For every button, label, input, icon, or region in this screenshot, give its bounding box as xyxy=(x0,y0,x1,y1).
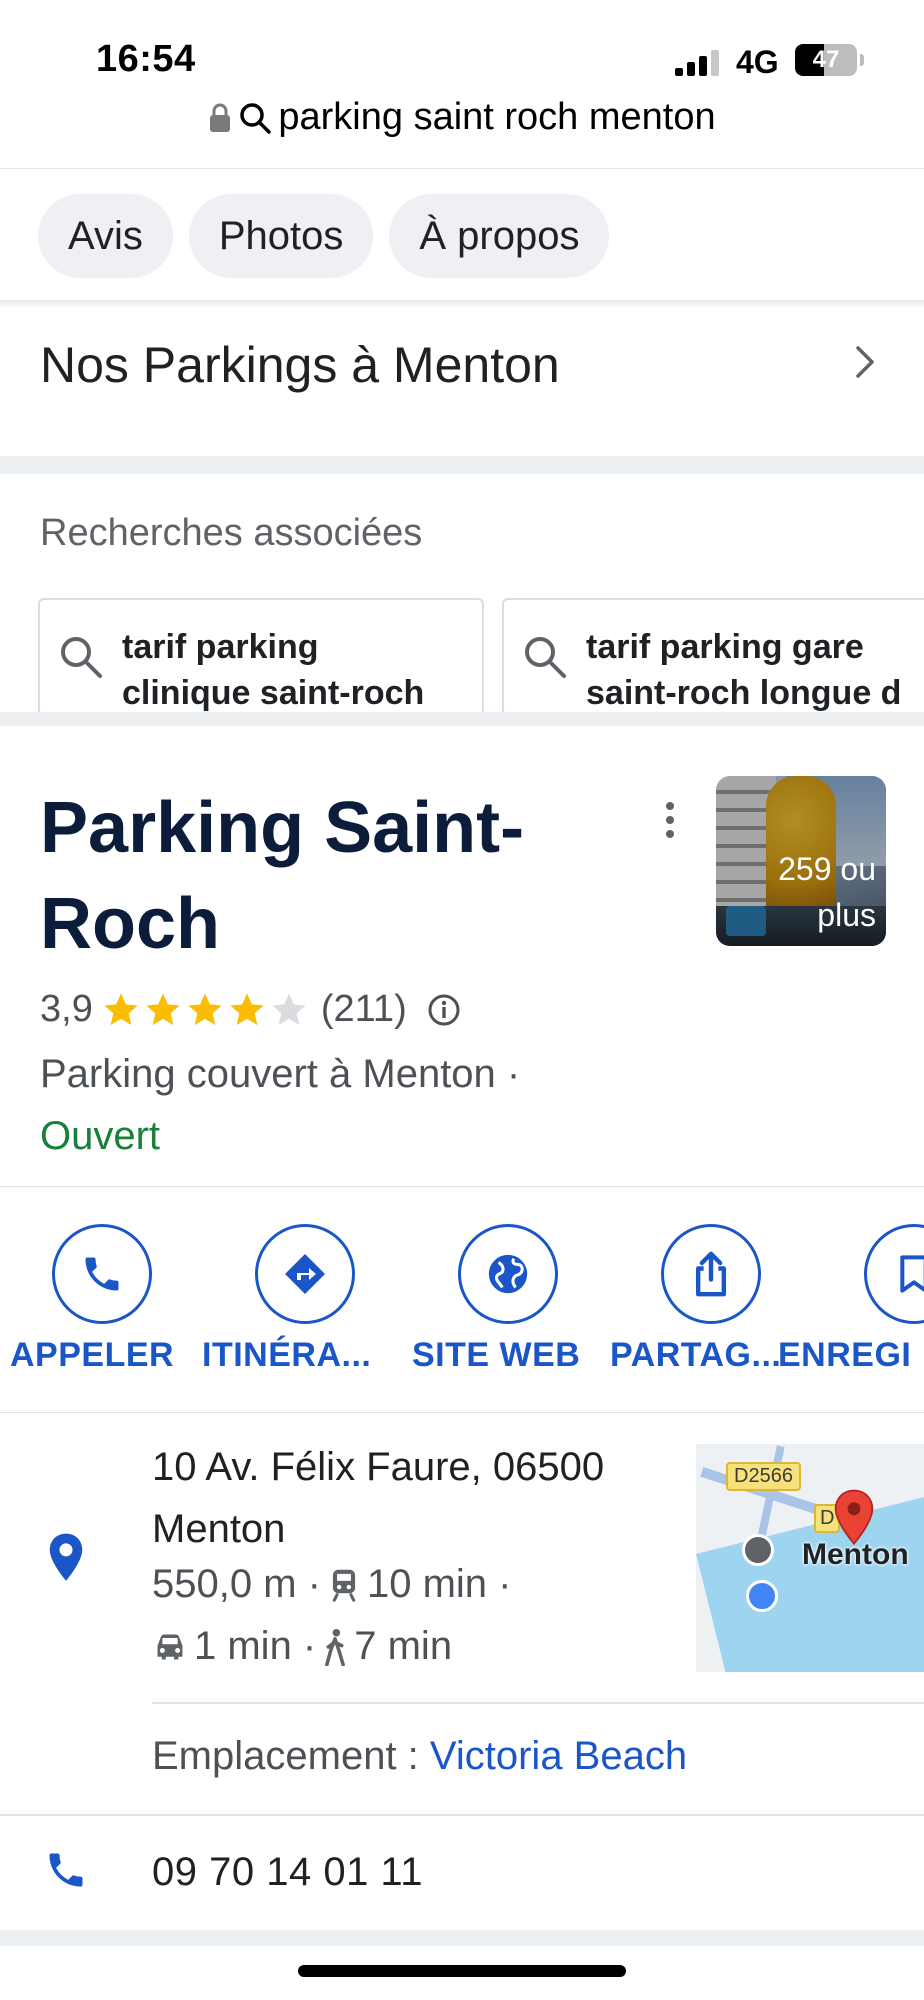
battery-icon: 47 xyxy=(795,44,857,76)
star-filled-icon xyxy=(104,992,138,1025)
search-icon xyxy=(61,637,102,678)
address-text[interactable]: 10 Av. Félix Faure, 06500 Menton xyxy=(152,1436,652,1560)
signal-icon xyxy=(675,50,723,76)
url-text: parking saint roch menton xyxy=(278,96,716,138)
drive-time: 1 min · xyxy=(194,1624,317,1668)
location-row: Emplacement : Victoria Beach xyxy=(152,1734,687,1779)
tab-about[interactable]: À propos xyxy=(389,194,610,278)
location-link[interactable]: Victoria Beach xyxy=(430,1734,687,1778)
header-shadow xyxy=(0,300,924,308)
save-button[interactable] xyxy=(864,1224,924,1324)
location-pin-icon xyxy=(49,1533,83,1581)
section-separator xyxy=(0,712,924,726)
star-empty-icon xyxy=(272,992,306,1025)
rating-value: 3,9 xyxy=(40,988,93,1030)
share-button[interactable] xyxy=(661,1224,761,1324)
star-filled-icon xyxy=(146,992,180,1025)
bookmark-icon xyxy=(900,1255,924,1293)
action-bar: APPELER ITINÉRA... SITE WEB PARTAG... EN… xyxy=(0,1224,924,1374)
travel-times-row: 1 min · 7 min xyxy=(152,1624,452,1669)
section-separator xyxy=(0,1930,924,1946)
tab-reviews[interactable]: Avis xyxy=(38,194,173,278)
distance-value: 550,0 m · xyxy=(152,1562,321,1606)
battery-level: 47 xyxy=(812,46,840,73)
divider xyxy=(152,1702,924,1704)
chevron-right-icon xyxy=(856,346,874,378)
star-filled-icon xyxy=(230,992,264,1025)
related-search-card[interactable]: tarif parking clinique saint-roch xyxy=(38,598,484,712)
parkings-link-row[interactable]: Nos Parkings à Menton xyxy=(0,312,924,452)
related-search-card[interactable]: tarif parking gare saint-roch longue d xyxy=(502,598,924,712)
status-bar: 16:54 4G 47 xyxy=(0,0,924,100)
place-photo[interactable]: 259 ou plus xyxy=(716,776,886,946)
share-icon xyxy=(695,1251,727,1297)
rating-row[interactable]: 3,9 (211) xyxy=(40,988,461,1031)
more-options-icon[interactable] xyxy=(662,800,678,840)
divider xyxy=(0,1412,924,1413)
battery-tip xyxy=(860,54,864,66)
place-name: Parking Saint-Roch xyxy=(40,788,525,964)
photo-count: 259 ou plus xyxy=(778,851,876,933)
map-pin-icon xyxy=(834,1489,874,1546)
walk-icon xyxy=(325,1628,346,1666)
url-bar[interactable]: parking saint roch menton xyxy=(0,96,924,156)
car-icon xyxy=(157,1634,183,1659)
star-filled-icon xyxy=(188,992,222,1025)
tab-photos[interactable]: Photos xyxy=(188,194,374,278)
share-label[interactable]: PARTAG... xyxy=(610,1336,781,1375)
divider xyxy=(0,1186,924,1187)
home-indicator[interactable] xyxy=(298,1965,626,1977)
related-search-text: tarif parking gare saint-roch longue d xyxy=(586,628,902,712)
phone-number[interactable]: 09 70 14 01 11 xyxy=(152,1850,423,1895)
map-station-icon xyxy=(742,1534,774,1566)
lock-icon xyxy=(210,103,231,132)
rating-stars xyxy=(101,990,311,1030)
place-category: Parking couvert à Menton · xyxy=(40,1052,521,1096)
globe-icon xyxy=(488,1254,528,1294)
website-button[interactable] xyxy=(458,1224,558,1324)
tab-bar: Avis Photos À propos xyxy=(38,194,610,278)
search-icon xyxy=(240,102,272,134)
parkings-link-title: Nos Parkings à Menton xyxy=(40,337,560,393)
phone-icon xyxy=(49,1853,83,1887)
section-separator xyxy=(0,456,924,474)
directions-icon xyxy=(285,1254,325,1294)
directions-label[interactable]: ITINÉRA... xyxy=(202,1336,371,1375)
info-icon[interactable] xyxy=(427,993,461,1027)
website-label[interactable]: SITE WEB xyxy=(412,1336,580,1375)
status-time: 16:54 xyxy=(96,38,196,80)
map-road-label: D2566 xyxy=(726,1462,801,1491)
directions-button[interactable] xyxy=(255,1224,355,1324)
divider xyxy=(0,168,924,169)
review-count: (211) xyxy=(320,988,407,1030)
call-label[interactable]: APPELER xyxy=(10,1336,174,1375)
network-type: 4G xyxy=(736,44,779,80)
search-icon xyxy=(525,637,566,678)
phone-icon xyxy=(85,1257,119,1291)
related-searches-title: Recherches associées xyxy=(40,512,423,554)
save-label[interactable]: ENREGI xyxy=(778,1336,911,1375)
divider xyxy=(0,1814,924,1816)
walk-time: 7 min xyxy=(354,1624,453,1668)
train-icon xyxy=(332,1569,356,1602)
related-search-text: tarif parking clinique saint-roch xyxy=(122,628,425,712)
call-button[interactable] xyxy=(52,1224,152,1324)
location-label: Emplacement : xyxy=(152,1734,419,1778)
transit-time: 10 min · xyxy=(366,1562,512,1606)
current-location-dot xyxy=(746,1580,778,1612)
distance-row: 550,0 m · 10 min · xyxy=(152,1562,511,1607)
map-thumbnail[interactable]: D2566 D Menton xyxy=(696,1444,924,1672)
open-status: Ouvert xyxy=(40,1114,161,1158)
